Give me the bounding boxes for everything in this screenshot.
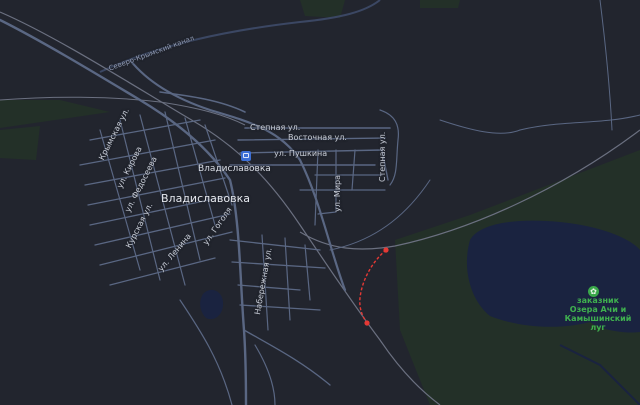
railway <box>0 11 441 405</box>
route-dashed-line <box>359 249 387 324</box>
map-base-layer <box>0 0 640 405</box>
pond <box>200 289 224 320</box>
street-label-stepnaya: Степная ул. <box>250 123 301 132</box>
railway-station-icon[interactable] <box>241 151 251 161</box>
reserve-label[interactable]: заказник Озера Ачи и Камышинский луг <box>556 296 640 332</box>
street-label-mira: ул. Мира <box>333 174 342 212</box>
reserve-label-line3: Камышинский луг <box>564 314 632 332</box>
village-label-station: Владиславовка <box>198 164 271 174</box>
route-start-point[interactable] <box>383 247 389 253</box>
street-label-pushkina: ул. Пушкина <box>274 149 328 158</box>
route-end-point[interactable] <box>364 320 370 326</box>
reserve-label-line2: Озера Ачи и <box>569 305 627 314</box>
street-label-vostochnaya: Восточная ул. <box>288 133 347 142</box>
greenery-areas <box>0 0 640 405</box>
street-label-stepnaya-vertical: Степная ул. <box>378 131 387 182</box>
village-label-main: Владиславовка <box>161 192 250 205</box>
map-view[interactable]: Северо-Крымский канал Владиславовка Влад… <box>0 0 640 405</box>
reserve-label-line1: заказник <box>576 296 620 305</box>
